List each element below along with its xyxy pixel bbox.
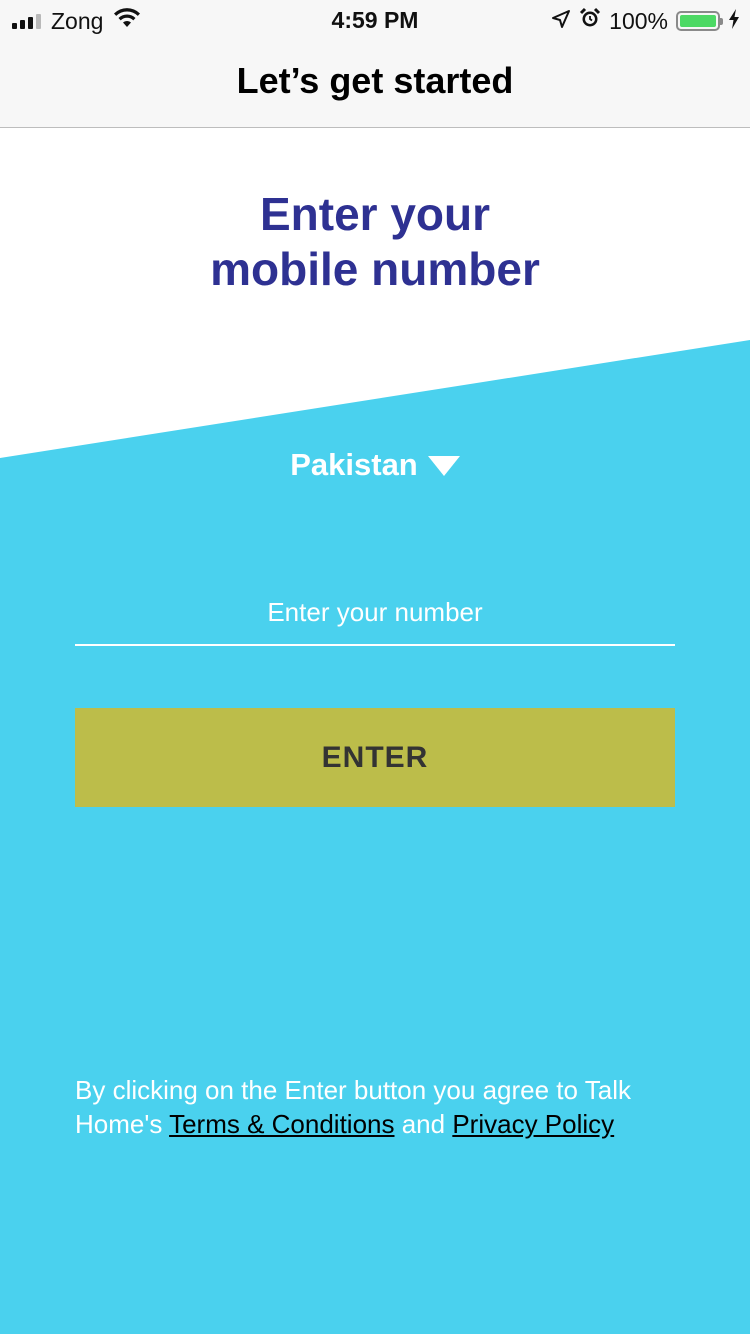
terms-middle: and	[394, 1109, 453, 1139]
battery-fill	[680, 15, 716, 27]
terms-conditions-link[interactable]: Terms & Conditions	[169, 1109, 394, 1139]
battery-percent: 100%	[609, 7, 668, 34]
charging-bolt-icon	[728, 8, 740, 35]
battery-icon	[676, 11, 723, 31]
page-title: Let’s get started	[236, 60, 514, 101]
mobile-number-input[interactable]	[75, 590, 675, 646]
country-selector[interactable]: Pakistan	[0, 447, 750, 483]
navigation-bar: Let’s get started	[0, 40, 750, 128]
heading-line-2: mobile number	[210, 243, 540, 295]
country-selector-label: Pakistan	[290, 447, 418, 482]
alarm-clock-icon	[579, 7, 601, 35]
triangle-down-icon	[427, 456, 460, 476]
heading: Enter your mobile number	[0, 187, 750, 297]
status-bar-right: 100%	[551, 7, 740, 35]
terms-notice: By clicking on the Enter button you agre…	[75, 1073, 675, 1141]
status-bar: Zong 4:59 PM 100%	[0, 0, 750, 40]
location-arrow-icon	[551, 8, 571, 35]
heading-line-1: Enter your	[259, 188, 491, 240]
enter-button[interactable]: ENTER	[75, 708, 675, 807]
privacy-policy-link[interactable]: Privacy Policy	[452, 1109, 614, 1139]
